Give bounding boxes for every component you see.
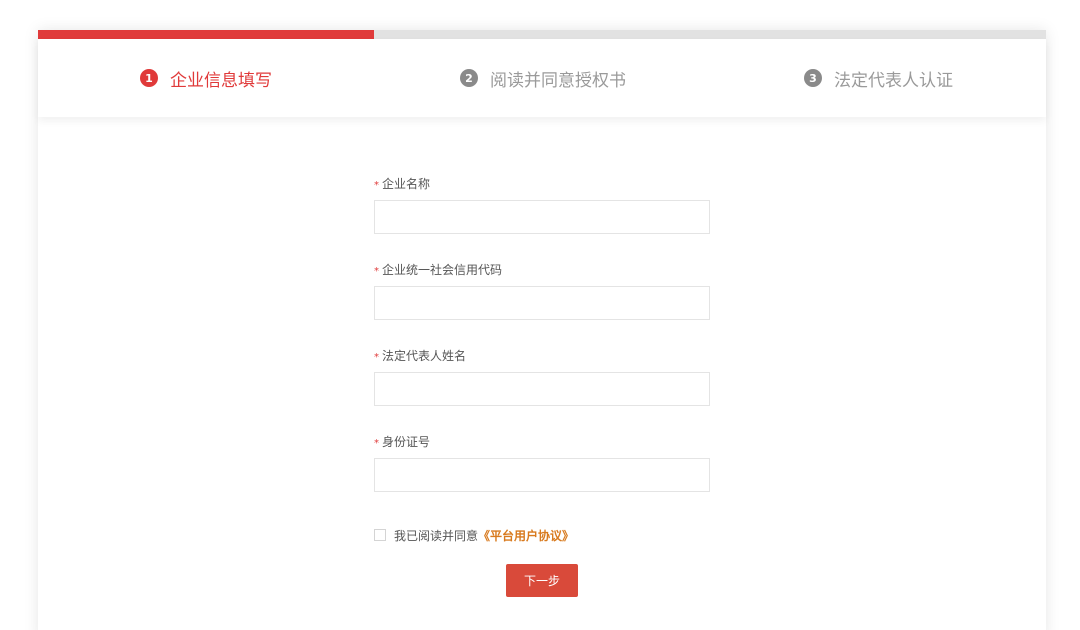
legal-rep-name-input[interactable]	[374, 372, 710, 406]
company-name-input[interactable]	[374, 200, 710, 234]
field-credit-code: * 企业统一社会信用代码	[374, 256, 710, 342]
step-company-info[interactable]: 1 企业信息填写	[140, 39, 272, 117]
agreement-checkbox[interactable]	[374, 529, 386, 541]
step-bar: 1 企业信息填写 2 阅读并同意授权书 3 法定代表人认证	[38, 39, 1046, 117]
field-id-number: * 身份证号	[374, 428, 710, 514]
required-marker: *	[374, 180, 379, 191]
field-company-name: * 企业名称	[374, 170, 710, 256]
legal-rep-name-label: 法定代表人姓名	[382, 349, 467, 363]
credit-code-label: 企业统一社会信用代码	[382, 263, 503, 277]
step-legal-rep-verification[interactable]: 3 法定代表人认证	[804, 39, 953, 117]
field-legal-rep-name: * 法定代表人姓名	[374, 342, 710, 428]
progress-fill	[38, 30, 374, 39]
step-label: 法定代表人认证	[834, 70, 953, 91]
company-info-form: * 企业名称 * 企业统一社会信用代码 * 法定代表人姓名 * 身份证号 我已阅…	[374, 170, 710, 597]
step-read-authorization[interactable]: 2 阅读并同意授权书	[460, 39, 626, 117]
required-marker: *	[374, 352, 379, 363]
company-name-label: 企业名称	[382, 177, 431, 191]
id-number-label: 身份证号	[382, 435, 431, 449]
registration-card: 1 企业信息填写 2 阅读并同意授权书 3 法定代表人认证 * 企业名称 * 企…	[38, 30, 1046, 630]
user-agreement-link[interactable]: 《平台用户协议》	[478, 529, 574, 543]
next-step-button[interactable]: 下一步	[506, 564, 578, 597]
agreement-row: 我已阅读并同意《平台用户协议》	[374, 518, 710, 552]
step-label: 阅读并同意授权书	[490, 70, 626, 91]
step-label: 企业信息填写	[170, 70, 272, 91]
required-marker: *	[374, 266, 379, 277]
progress-track	[38, 30, 1046, 39]
required-marker: *	[374, 438, 379, 449]
agreement-text: 我已阅读并同意	[394, 528, 479, 543]
step-number-badge: 2	[460, 69, 478, 87]
page: 1 企业信息填写 2 阅读并同意授权书 3 法定代表人认证 * 企业名称 * 企…	[0, 0, 1080, 630]
step-number-badge: 3	[804, 69, 822, 87]
id-number-input[interactable]	[374, 458, 710, 492]
step-number-badge: 1	[140, 69, 158, 87]
credit-code-input[interactable]	[374, 286, 710, 320]
